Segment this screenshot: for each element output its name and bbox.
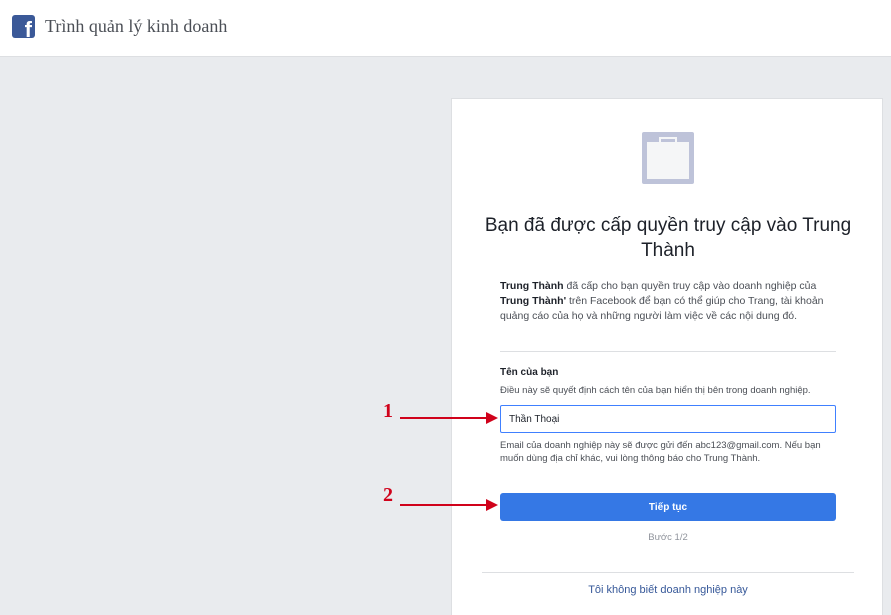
access-card: Bạn đã được cấp quyền truy cập vào Trung… [451, 98, 883, 615]
name-input[interactable] [500, 405, 836, 433]
card-heading: Bạn đã được cấp quyền truy cập vào Trung… [484, 215, 852, 261]
unknown-business-link[interactable]: Tôi không biết doanh nghiệp này [482, 584, 854, 596]
name-field-label: Tên của bạn [500, 367, 559, 378]
email-note: Email của doanh nghiệp này sẽ được gửi đ… [500, 440, 821, 464]
top-bar: f Trình quản lý kinh doanh [0, 0, 891, 57]
name-field-hint: Điều này sẽ quyết định cách tên của bạn … [500, 385, 811, 396]
annotation-number-2: 2 [383, 484, 393, 506]
facebook-logo-letter: f [24, 17, 32, 39]
continue-button[interactable]: Tiếp tục [500, 493, 836, 521]
briefcase-icon [642, 132, 694, 184]
divider [482, 572, 854, 573]
business-name: Trung Thành' [500, 295, 567, 307]
divider [500, 351, 836, 352]
app-title: Trình quản lý kinh doanh [45, 16, 228, 36]
step-indicator: Bước 1/2 [648, 532, 688, 543]
card-description: Trung Thành đã cấp cho bạn quyền truy cậ… [500, 279, 840, 324]
annotation-arrow-2-icon [400, 499, 498, 511]
description-text-1: đã cấp cho bạn quyền truy cập vào doanh … [563, 280, 817, 292]
annotation-number-1: 1 [383, 400, 393, 422]
briefcase-body [647, 142, 689, 179]
annotation-arrow-1-icon [400, 412, 498, 424]
business-owner-name: Trung Thành [500, 280, 564, 292]
facebook-logo-icon[interactable]: f [12, 15, 35, 38]
